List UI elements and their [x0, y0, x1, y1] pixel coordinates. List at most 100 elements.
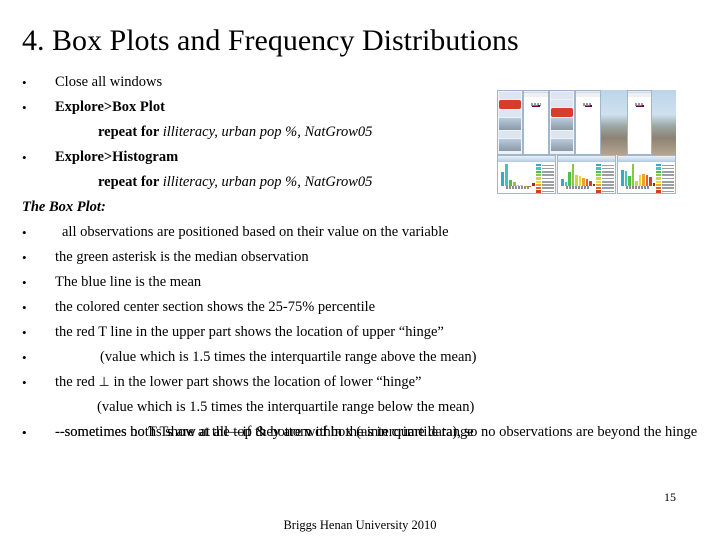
- boxplot-window-natgrow[interactable]: [626, 90, 653, 155]
- legend-row: [656, 190, 674, 193]
- histogram-bar: [571, 164, 574, 186]
- legend-label: [662, 184, 674, 186]
- histogram-bar: [568, 172, 571, 186]
- histogram-bar: [642, 173, 645, 186]
- boxplot-window-illiteracy[interactable]: [523, 90, 549, 155]
- legend-label: [542, 187, 554, 190]
- boxplot-window-urbanpop[interactable]: [574, 90, 601, 155]
- legend-swatch: [596, 187, 601, 190]
- lower-hinge-prefix: the red: [55, 374, 99, 390]
- legend-swatch: [536, 164, 541, 167]
- legend-swatch: [656, 164, 661, 167]
- app-icon: [499, 100, 521, 109]
- bullet-icon: •: [22, 275, 27, 290]
- legend-label: [542, 180, 554, 183]
- x-axis-label: [621, 186, 655, 189]
- legend-label: [662, 171, 674, 173]
- legend-row: [596, 177, 614, 180]
- histogram-bar: [501, 172, 504, 186]
- legend-row: [536, 164, 554, 167]
- legend-row: [596, 180, 614, 183]
- legend-swatch: [536, 183, 541, 187]
- section-heading-row: The Box Plot:: [0, 195, 720, 220]
- legend-row: [536, 183, 554, 187]
- legend-label: [602, 190, 614, 193]
- list-item: • --sometimes no Ts show at all—if they …: [0, 420, 720, 445]
- legend-row: [596, 183, 614, 187]
- legend-row: [596, 190, 614, 193]
- legend-label: [602, 180, 614, 183]
- explorer-row: [499, 92, 521, 99]
- variable-list: illiteracy, urban pop %, NatGrow05: [162, 124, 373, 140]
- variable-list: illiteracy, urban pop %, NatGrow05: [162, 174, 373, 190]
- list-item-label: the red T line in the upper part shows t…: [55, 324, 444, 340]
- legend-row: [656, 170, 674, 174]
- legend-row: [656, 180, 674, 183]
- legend-label: [602, 187, 614, 190]
- bullet-icon: •: [22, 225, 27, 240]
- legend-row: [536, 170, 554, 174]
- median-marker: [584, 105, 590, 106]
- legend-label: [542, 174, 554, 176]
- bullet-icon: •: [22, 250, 27, 265]
- histogram-bar: [645, 175, 648, 186]
- legend-swatch: [596, 190, 601, 193]
- histogram-window-urbanpop[interactable]: [557, 155, 616, 194]
- histogram-legend: [536, 164, 554, 193]
- histogram-bar: [624, 171, 627, 186]
- repeat-for-label: repeat for: [98, 174, 163, 190]
- histogram-window-illiteracy[interactable]: [497, 155, 556, 194]
- legend-label: [542, 184, 554, 186]
- histogram-window-natgrow[interactable]: [617, 155, 676, 194]
- median-marker: [532, 105, 539, 106]
- legend-swatch: [596, 177, 601, 180]
- legend-row: [596, 164, 614, 167]
- legend-swatch: [596, 183, 601, 187]
- legend-row: [536, 173, 554, 177]
- histogram-bar: [628, 176, 631, 186]
- histogram-plot-area: [501, 164, 536, 186]
- bullet-icon: •: [22, 325, 27, 340]
- app-icon: [550, 108, 573, 117]
- legend-swatch: [656, 173, 661, 177]
- histogram-window-row: [497, 155, 676, 194]
- legend-row: [656, 187, 674, 190]
- desktop-wallpaper-sliver: [652, 90, 676, 155]
- list-item: (value which is 1.5 times the interquart…: [0, 395, 720, 420]
- legend-swatch: [596, 180, 601, 183]
- explorer-row: [550, 131, 573, 138]
- legend-label: [662, 177, 674, 180]
- list-item: • the red T line in the upper part shows…: [0, 320, 720, 345]
- legend-swatch: [656, 170, 661, 174]
- histogram-bar: [504, 164, 508, 186]
- explorer-row: [550, 92, 573, 99]
- histogram-bar: [631, 164, 634, 186]
- legend-swatch: [656, 180, 661, 183]
- histogram-plot-area: [621, 164, 655, 186]
- slide-footer: Briggs Henan University 2010: [283, 518, 437, 532]
- histogram-bar: [621, 170, 624, 186]
- list-item-label: The blue line is the mean: [55, 274, 202, 290]
- legend-row: [596, 173, 614, 177]
- bullet-icon: •: [22, 425, 27, 440]
- legend-label: [662, 167, 674, 170]
- repeat-for-label: repeat for: [98, 124, 163, 140]
- legend-label: [662, 190, 674, 193]
- histogram-bar: [649, 177, 652, 186]
- legend-row: [536, 177, 554, 180]
- legend-label: [602, 171, 614, 173]
- thumbnail-icon: [499, 139, 521, 151]
- legend-row: [656, 173, 674, 177]
- legend-row: [656, 167, 674, 170]
- legend-row: [536, 167, 554, 170]
- legend-row: [656, 183, 674, 187]
- legend-label: [602, 177, 614, 180]
- window-statusbar: [627, 92, 652, 97]
- histogram-plot-area: [561, 164, 595, 186]
- list-item: • the green asterisk is the median obser…: [0, 245, 720, 270]
- bullet-icon: •: [22, 100, 27, 115]
- list-item: • the colored center section shows the 2…: [0, 295, 720, 320]
- histogram-bar: [561, 179, 564, 186]
- explorer-pane-1: [497, 90, 523, 155]
- histogram-bar: [638, 174, 641, 186]
